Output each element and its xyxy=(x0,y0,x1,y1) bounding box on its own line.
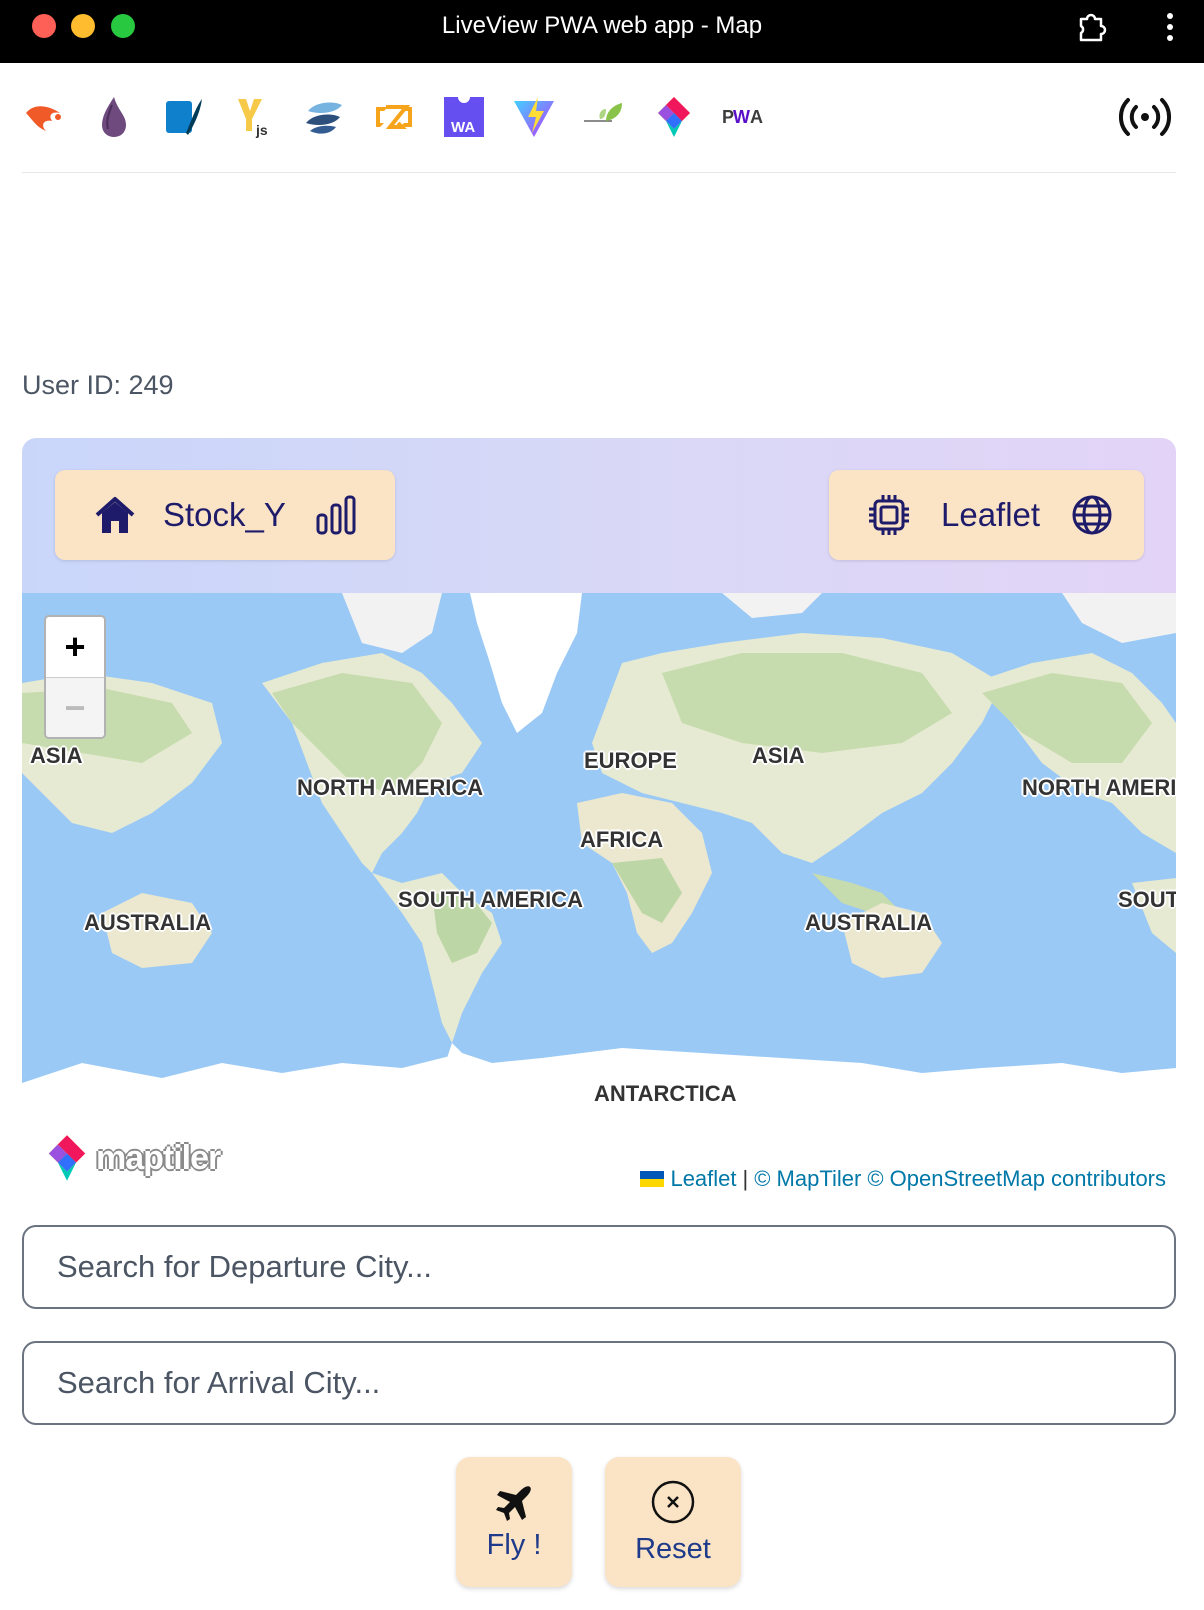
zoom-control: + − xyxy=(44,615,106,739)
map-label-north-america-east: NORTH AMERI xyxy=(1022,775,1176,800)
map-attribution: Leaflet | © MapTiler © OpenStreetMap con… xyxy=(630,1163,1176,1193)
tech-logo-strip: js WA P W A xyxy=(22,95,1182,143)
stock-y-nav-button[interactable]: Stock_Y xyxy=(55,470,395,560)
map-label-south-east: SOUT xyxy=(1118,887,1176,912)
osm-attribution-link[interactable]: © OpenStreetMap contributors xyxy=(867,1166,1166,1192)
vite-logo[interactable] xyxy=(512,95,556,139)
svg-text:js: js xyxy=(255,122,268,138)
pwa-logo[interactable]: P W A xyxy=(722,95,772,139)
bar-chart-icon xyxy=(316,495,356,535)
cpu-chip-icon xyxy=(869,495,909,535)
map-label-asia: ASIA xyxy=(752,743,805,768)
map-label-australia: AUSTRALIA xyxy=(805,910,933,935)
window-titlebar: LiveView PWA web app - Map xyxy=(0,0,1204,63)
map-label-south-america: SOUTH AMERICA xyxy=(398,887,583,912)
solidjs-logo[interactable] xyxy=(302,95,346,139)
maptiler-logo[interactable] xyxy=(652,95,696,139)
map-label-europe: EUROPE xyxy=(584,748,677,773)
ukraine-flag-icon xyxy=(640,1171,665,1187)
zoom-out-button[interactable]: − xyxy=(46,677,104,737)
leaflet-nav-button[interactable]: Leaflet xyxy=(829,470,1144,560)
fly-button[interactable]: Fly ! xyxy=(456,1457,572,1587)
extensions-icon[interactable] xyxy=(1075,10,1109,44)
leaflet-attribution-link[interactable]: Leaflet xyxy=(670,1166,736,1192)
window-title: LiveView PWA web app - Map xyxy=(441,12,763,39)
zoom-in-button[interactable]: + xyxy=(46,617,104,677)
map-label-north-america: NORTH AMERICA xyxy=(297,775,484,800)
map-label-antarctica: ANTARCTICA xyxy=(594,1081,737,1106)
reset-label: Reset xyxy=(635,1532,711,1565)
leaflet-label: Leaflet xyxy=(941,496,1041,533)
leaflet-logo[interactable] xyxy=(582,95,626,139)
webassembly-logo[interactable]: WA xyxy=(442,95,486,139)
nav-band: Stock_Y Leaflet xyxy=(22,438,1176,593)
reset-button[interactable]: Reset xyxy=(605,1457,741,1587)
maptiler-attribution-link[interactable]: © MapTiler xyxy=(754,1166,861,1192)
map-label-australia-west: AUSTRALIA xyxy=(84,910,212,935)
world-map[interactable]: ASIA NORTH AMERICA EUROPE ASIA NORTH AME… xyxy=(22,593,1176,1193)
fly-label: Fly ! xyxy=(486,1528,542,1561)
home-icon xyxy=(95,497,135,533)
airplane-icon xyxy=(496,1485,531,1521)
header-divider xyxy=(22,172,1176,173)
svg-text:W: W xyxy=(733,107,750,127)
sqlite-logo[interactable] xyxy=(162,95,206,139)
phoenix-logo[interactable] xyxy=(22,95,66,139)
globe-icon xyxy=(1072,495,1112,535)
stock-y-label: Stock_Y xyxy=(163,496,286,533)
yjs-logo[interactable]: js xyxy=(232,95,276,139)
zig-logo[interactable] xyxy=(372,95,416,139)
svg-text:WA: WA xyxy=(451,119,475,136)
departure-city-input[interactable] xyxy=(22,1225,1176,1309)
map-label-asia-west: ASIA xyxy=(30,743,83,768)
maptiler-watermark-text: maptiler xyxy=(96,1138,221,1177)
attribution-separator: | xyxy=(742,1166,749,1191)
elixir-logo[interactable] xyxy=(92,95,136,139)
maptiler-watermark[interactable]: maptiler xyxy=(42,1131,221,1185)
maptiler-watermark-icon xyxy=(48,1135,86,1181)
user-id-label: User ID: 249 xyxy=(22,370,174,400)
more-vert-icon[interactable] xyxy=(1160,10,1180,44)
arrival-city-input[interactable] xyxy=(22,1341,1176,1425)
map-label-africa: AFRICA xyxy=(580,827,664,852)
close-circle-icon xyxy=(651,1480,695,1523)
broadcast-online-icon xyxy=(1118,98,1172,136)
svg-text:A: A xyxy=(750,107,763,127)
